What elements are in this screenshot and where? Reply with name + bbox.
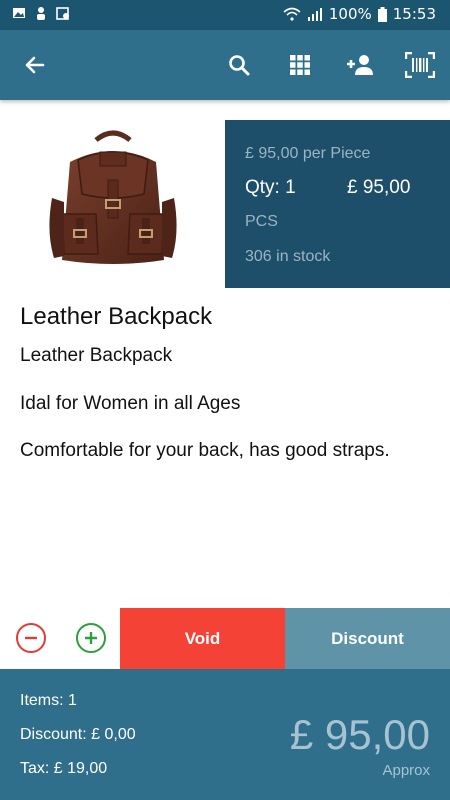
price-panel: £ 95,00 per Piece Qty: 1 £ 95,00 PCS 306… [225, 120, 450, 288]
grid-button[interactable] [279, 44, 321, 86]
line-total: £ 95,00 [347, 177, 411, 198]
grid-icon [290, 55, 310, 75]
decrease-quantity-button[interactable] [16, 623, 46, 653]
description-line: Comfortable for your back, has good stra… [20, 440, 390, 461]
back-arrow-icon [25, 56, 45, 74]
calendar-icon [56, 7, 69, 20]
add-customer-button[interactable] [339, 44, 381, 86]
add-person-icon [347, 55, 373, 75]
increase-quantity-button[interactable] [76, 623, 106, 653]
description-line: Leather Backpack [20, 345, 173, 366]
person-icon [37, 7, 45, 20]
back-button[interactable] [14, 44, 56, 86]
search-button[interactable] [218, 44, 260, 86]
approx-label: Approx [382, 762, 430, 779]
discount-amount: Discount: £ 0,00 [20, 726, 136, 743]
void-button[interactable]: Void [120, 608, 285, 669]
minus-icon [25, 636, 37, 640]
unit-price: £ 95,00 per Piece [245, 145, 371, 162]
items-count: Items: 1 [20, 692, 77, 709]
tax-amount: Tax: £ 19,00 [20, 760, 108, 777]
battery-percent: 100% [328, 5, 372, 23]
barcode-scan-button[interactable] [399, 44, 441, 86]
discount-button[interactable]: Discount [285, 608, 450, 669]
search-icon [229, 55, 250, 76]
wifi-icon [283, 7, 301, 21]
quantity[interactable]: Qty: 1 [245, 177, 296, 199]
action-row: Void Discount [0, 608, 450, 669]
plus-icon [85, 632, 97, 644]
unit-name: PCS [245, 213, 278, 230]
barcode-icon [405, 52, 435, 78]
signal-icon [307, 8, 322, 21]
battery-icon [377, 6, 387, 22]
stock-level: 306 in stock [245, 248, 331, 265]
description-line: Idal for Women in all Ages [20, 393, 241, 414]
toolbar [0, 30, 450, 100]
clock: 15:53 [392, 5, 436, 23]
status-bar: 100% 15:53 [0, 0, 450, 30]
order-total: £ 95,00 [289, 711, 430, 758]
product-image [49, 130, 177, 264]
order-summary: Items: 1 Discount: £ 0,00 Tax: £ 19,00 £… [0, 669, 450, 800]
image-icon [13, 8, 25, 18]
product-title: Leather Backpack [20, 303, 213, 330]
